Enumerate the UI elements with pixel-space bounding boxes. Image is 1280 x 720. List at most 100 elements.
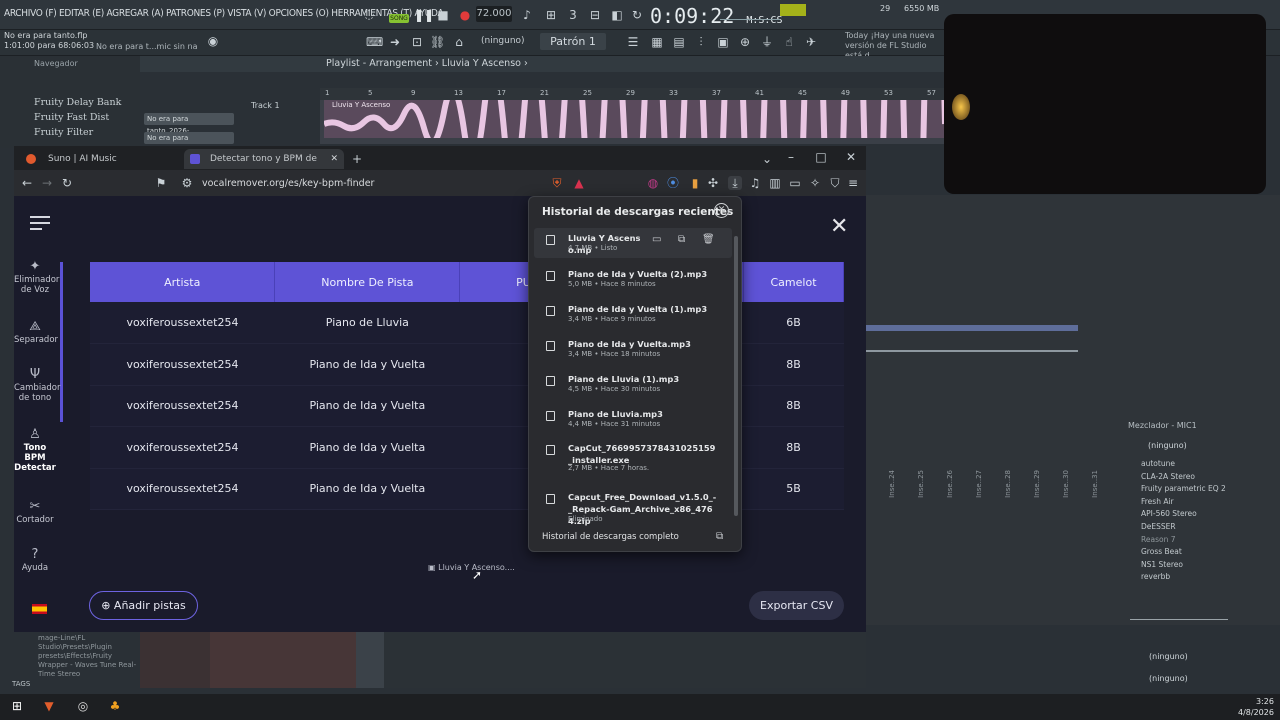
plugin-item[interactable]: Fruity Fast Dist bbox=[34, 112, 109, 123]
plugin-picker-icon[interactable]: ⊕ bbox=[738, 35, 752, 49]
master-volume-knob-icon[interactable]: ◉ bbox=[206, 34, 220, 48]
eq-curve[interactable] bbox=[1130, 590, 1228, 620]
nav-help[interactable]: ? Ayuda bbox=[14, 548, 56, 573]
nav-splitter[interactable]: ⟁ Separador bbox=[14, 320, 58, 345]
pattern-selector-none[interactable]: (ninguno) bbox=[481, 36, 525, 46]
reload-icon[interactable]: ↻ bbox=[60, 176, 74, 190]
fx-slot[interactable]: CLA-2A Stereo bbox=[1141, 472, 1195, 481]
snap-icon[interactable]: ⌂ bbox=[452, 35, 466, 49]
arrow-right-icon[interactable]: ➜ bbox=[388, 35, 402, 49]
plugin-item[interactable]: Fruity Delay Bank bbox=[34, 97, 121, 108]
column-header[interactable]: Artista bbox=[90, 262, 276, 302]
download-item[interactable]: Piano de Ida y Vuelta (2).mp3 5,0 MB • Ha… bbox=[534, 264, 732, 294]
close-window-icon[interactable]: ✕ bbox=[844, 150, 858, 164]
download-item[interactable]: Piano de Lluvia (1).mp3 4,5 MB • Hace 30 … bbox=[534, 369, 732, 399]
blend-icon[interactable]: ◧ bbox=[610, 8, 624, 22]
site-settings-icon[interactable]: ⚙ bbox=[180, 176, 194, 190]
link-icon[interactable]: ⛓ bbox=[430, 35, 445, 49]
fx-slot[interactable]: Gross Beat bbox=[1141, 547, 1182, 556]
spain-flag-icon[interactable] bbox=[32, 604, 47, 614]
downloads-scrollbar[interactable] bbox=[734, 236, 738, 516]
download-item[interactable]: Piano de Lluvia.mp3 4,4 MB • Hace 31 minu… bbox=[534, 404, 732, 434]
brave-browser-icon[interactable]: ▼ bbox=[42, 699, 56, 713]
mixer-icon[interactable]: ⫶ bbox=[694, 35, 708, 49]
loop-record-icon[interactable]: ◌ bbox=[362, 7, 376, 21]
fx-slot[interactable]: Reason 7 bbox=[1141, 535, 1176, 544]
extension-icon[interactable]: ⦿ bbox=[666, 176, 680, 190]
pause-icon[interactable]: ❚❚ bbox=[414, 8, 434, 22]
fx-slot[interactable]: API-560 Stereo bbox=[1141, 509, 1197, 518]
mixer-insert-label[interactable]: Inse..27 bbox=[975, 470, 983, 498]
full-history-link[interactable]: Historial de descargas completo bbox=[542, 532, 679, 542]
mixer-insert-label[interactable]: Inse..29 bbox=[1033, 470, 1041, 498]
channel-rack-icon[interactable]: ▤ bbox=[672, 35, 686, 49]
mixer-insert-label[interactable]: Inse..24 bbox=[888, 470, 896, 498]
playlist-icon[interactable]: ☰ bbox=[626, 35, 640, 49]
mixer-input-none[interactable]: (ninguno) bbox=[1148, 441, 1187, 450]
piano-roll-icon[interactable]: ▦ bbox=[650, 35, 664, 49]
export-csv-button[interactable]: Exportar CSV bbox=[749, 591, 844, 620]
extensions-puzzle-icon[interactable]: ✣ bbox=[706, 176, 720, 190]
browser-icon[interactable]: ▣ bbox=[716, 35, 730, 49]
wait-icon[interactable]: ⊞ bbox=[544, 8, 558, 22]
add-tracks-button[interactable]: ⊕ Añadir pistas bbox=[89, 591, 198, 620]
download-item[interactable]: Lluvia Y Ascenso.mp 4,7 MB • Listo ▭ ⧉ 🗑 bbox=[534, 228, 732, 258]
brave-rewards-icon[interactable]: ▲ bbox=[572, 176, 586, 190]
fx-slot[interactable]: autotune bbox=[1141, 459, 1175, 468]
close-page-icon[interactable]: ✕ bbox=[830, 214, 848, 239]
fx-slot[interactable]: Fresh Air bbox=[1141, 497, 1174, 506]
mixer-output-none[interactable]: (ninguno) bbox=[1149, 674, 1188, 683]
new-tab-icon[interactable]: + bbox=[350, 152, 364, 166]
nav-pitch-changer[interactable]: Ψ Cambiador de tono bbox=[14, 368, 60, 403]
tab-suno[interactable]: Suno | AI Music bbox=[22, 149, 178, 169]
download-item[interactable]: Piano de Ida y Vuelta.mp3 3,4 MB • Hace 1… bbox=[534, 334, 732, 364]
audio-file-item[interactable]: No era para tanto_2026-... bbox=[144, 113, 234, 135]
maximize-icon[interactable]: □ bbox=[814, 150, 828, 164]
touch-icon[interactable]: ☝ bbox=[782, 35, 796, 49]
step-edit-icon[interactable]: ⊟ bbox=[588, 8, 602, 22]
back-icon[interactable]: ← bbox=[20, 176, 34, 190]
windows-start-icon[interactable]: ⊞ bbox=[10, 699, 24, 713]
media-icon[interactable]: ♫ bbox=[748, 176, 762, 190]
mixer-insert-label[interactable]: Inse..28 bbox=[1004, 470, 1012, 498]
nav-vocal-remover[interactable]: ✦ Eliminador de Voz bbox=[14, 260, 59, 295]
typing-keyboard-icon[interactable]: ⊡ bbox=[410, 35, 424, 49]
vpn-icon[interactable]: ⛉ bbox=[828, 176, 842, 190]
leo-ai-icon[interactable]: ✧ bbox=[808, 176, 822, 190]
download-item[interactable]: CapCut_7669957378431025159_installer.exe… bbox=[534, 438, 732, 478]
tab-vocalremover[interactable]: Detectar tono y BPM de canción ✕ bbox=[184, 149, 344, 184]
tab-list-chevron-icon[interactable]: ⌄ bbox=[760, 152, 774, 166]
loop-icon[interactable]: ↻ bbox=[630, 8, 644, 22]
open-folder-icon[interactable]: ▭ bbox=[652, 234, 661, 245]
keyboard-icon[interactable]: ⌨ bbox=[366, 35, 383, 49]
track-label[interactable]: Track 1 bbox=[251, 101, 280, 110]
song-mode-badge[interactable]: SONG bbox=[389, 14, 409, 23]
fx-slot[interactable]: reverbb bbox=[1141, 572, 1170, 581]
tempo-display[interactable]: 72.000 bbox=[476, 6, 512, 22]
mixer-insert-label[interactable]: Inse..31 bbox=[1091, 470, 1099, 498]
fl-main-menu[interactable]: ARCHIVO (F) EDITAR (E) AGREGAR (A) PATRO… bbox=[4, 8, 444, 19]
fx-slot[interactable]: NS1 Stereo bbox=[1141, 560, 1183, 569]
download-item[interactable]: Piano de Ida y Vuelta (1).mp3 3,4 MB • Ha… bbox=[534, 299, 732, 329]
nav-cutter[interactable]: ✂ Cortador bbox=[14, 500, 56, 525]
column-header[interactable]: Nombre De Pista bbox=[274, 262, 461, 302]
forward-icon[interactable]: → bbox=[40, 176, 54, 190]
url-field[interactable]: vocalremover.org/es/key-bpm-finder bbox=[202, 178, 374, 189]
mixer-send-none[interactable]: (ninguno) bbox=[1149, 652, 1188, 661]
sidebar-icon[interactable]: ▥ bbox=[768, 176, 782, 190]
fl-studio-icon[interactable]: ♣ bbox=[108, 699, 122, 713]
extension-icon[interactable]: ◍ bbox=[646, 176, 660, 190]
record-icon[interactable]: ● bbox=[458, 8, 472, 22]
fx-slot[interactable]: DeESSER bbox=[1141, 522, 1176, 531]
countdown-icon[interactable]: 3 bbox=[566, 8, 580, 22]
extension-icon[interactable]: ▮ bbox=[688, 176, 702, 190]
metronome-icon[interactable]: ♪ bbox=[520, 8, 534, 22]
close-downloads-icon[interactable]: ✕ bbox=[714, 203, 729, 218]
download-item[interactable]: Capcut_Free_Download_v1.5.0_-_Repack-Gam… bbox=[534, 487, 732, 529]
stop-icon[interactable]: ■ bbox=[436, 8, 450, 22]
pattern-selector[interactable]: Patrón 1 bbox=[540, 33, 606, 50]
nav-scrollbar[interactable] bbox=[60, 262, 63, 422]
delete-icon[interactable]: 🗑 bbox=[702, 234, 715, 245]
mixer-insert-label[interactable]: Inse..26 bbox=[946, 470, 954, 498]
open-external-icon[interactable]: ⧉ bbox=[678, 234, 685, 245]
